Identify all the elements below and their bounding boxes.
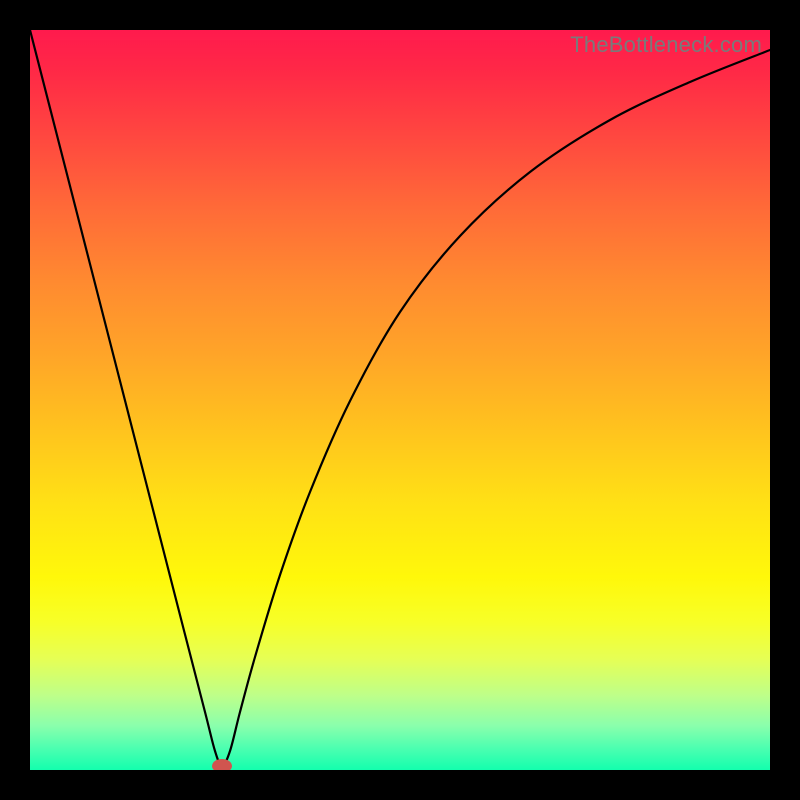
minimum-marker bbox=[212, 759, 232, 770]
bottleneck-curve bbox=[30, 30, 770, 766]
chart-frame: TheBottleneck.com bbox=[0, 0, 800, 800]
curve-layer bbox=[30, 30, 770, 770]
plot-area: TheBottleneck.com bbox=[30, 30, 770, 770]
watermark-text: TheBottleneck.com bbox=[570, 32, 762, 58]
